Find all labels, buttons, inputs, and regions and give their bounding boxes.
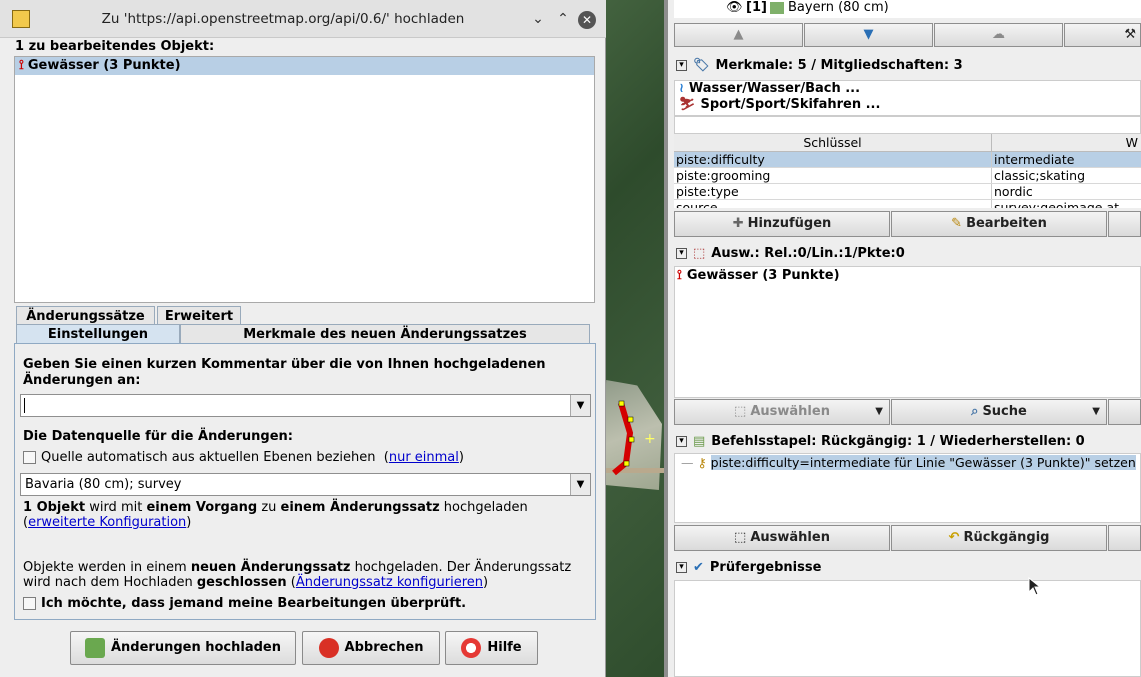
help-icon (461, 637, 482, 658)
merge-button[interactable]: ☁ (934, 23, 1063, 47)
table-row[interactable]: piste:difficulty intermediate (674, 152, 1141, 168)
comment-input[interactable]: ▼ (20, 394, 591, 417)
table-row[interactable]: piste:grooming classic;skating (674, 168, 1141, 184)
cancel-button[interactable]: Abbrechen (302, 631, 440, 665)
advanced-config-link[interactable]: erweiterte Konfiguration (28, 515, 186, 530)
delete-tag-button[interactable] (1108, 211, 1141, 237)
command-panel-header[interactable]: ▾ ▤ Befehlsstapel: Rückgängig: 1 / Wiederh… (674, 432, 1141, 452)
upload-dialog: Zu 'https://api.openstreetmap.org/api/0.… (0, 0, 606, 677)
selection-panel-header[interactable]: ▾ ⬚ Ausw.: Rel.:0/Lin.:1/Pkte:0 (674, 244, 1141, 264)
list-item[interactable]: ⟟ Gewässer (3 Punkte) (675, 267, 1140, 285)
command-select-button[interactable]: ⬚ Auswählen (674, 525, 890, 551)
comment-prompt: Geben Sie einen kurzen Kommentar über di… (23, 357, 546, 388)
undo-button[interactable]: ↶ Rückgängig (891, 525, 1107, 551)
select-button[interactable]: ⬚ Auswählen ▼ (674, 399, 890, 425)
tab-changeset-tags[interactable]: Merkmale des neuen Änderungssatzes (180, 324, 590, 344)
edit-icon: ✎ (951, 216, 963, 231)
auto-source-row: Quelle automatisch aus aktuellen Ebenen … (23, 450, 464, 465)
cancel-icon (318, 637, 339, 658)
water-icon: ≀ (679, 81, 684, 96)
way-icon: ⟟ (19, 58, 24, 73)
upload-icon (84, 637, 105, 658)
dropdown-arrow-icon[interactable]: ▼ (1092, 400, 1100, 424)
way-icon: ⟟ (677, 268, 682, 283)
minimize-icon[interactable]: ⌄ (530, 11, 546, 27)
dialog-title: Zu 'https://api.openstreetmap.org/api/0.… (101, 11, 465, 27)
chevron-down-icon[interactable]: ▼ (570, 395, 590, 416)
redo-button[interactable] (1108, 525, 1141, 551)
validation-panel-header[interactable]: ▾ ✔ Prüfergebnisse (674, 558, 1141, 578)
tab-advanced[interactable]: Erweitert (157, 306, 241, 326)
chevron-down-icon[interactable]: ▼ (570, 474, 590, 495)
review-checkbox[interactable] (23, 597, 36, 610)
upload-info: 1 Objekt wird mit einem Vorgang zu einem… (23, 500, 528, 530)
tags-table: Schlüssel W piste:difficulty intermediate … (674, 134, 1141, 208)
collapse-icon[interactable]: ▾ (676, 60, 687, 71)
search-button[interactable]: ⌕ Suche ▼ (891, 399, 1107, 425)
tag-icon: 🏷 (693, 58, 710, 73)
close-icon[interactable]: ✕ (578, 11, 596, 29)
changeset-info: Objekte werden in einem neuen Änderungss… (23, 560, 572, 590)
key-icon: ⚷ (697, 455, 707, 470)
tab-settings[interactable]: Einstellungen (16, 324, 180, 344)
source-heading: Die Datenquelle für die Änderungen: (23, 429, 293, 444)
mouse-cursor-icon (1028, 577, 1042, 596)
collapse-icon[interactable]: ▾ (676, 436, 687, 447)
dialog-titlebar[interactable]: Zu 'https://api.openstreetmap.org/api/0.… (0, 0, 606, 38)
table-header-row: Schlüssel W (674, 134, 1141, 152)
value-column-header[interactable]: W (992, 134, 1140, 151)
tag-filter-input[interactable] (674, 116, 1141, 134)
layer-tools-button[interactable]: ⚒ (1064, 23, 1141, 47)
plus-icon: ✚ (732, 216, 744, 231)
move-up-button[interactable]: ▲ (674, 23, 803, 47)
source-input[interactable]: Bavaria (80 cm); survey ▼ (20, 473, 591, 496)
svg-text:+: + (644, 431, 656, 447)
once-link[interactable]: nur einmal (389, 450, 459, 465)
command-list: — ⚷ piste:difficulty=intermediate für Lin… (674, 453, 1141, 523)
review-row: Ich möchte, dass jemand meine Bearbeitun… (23, 596, 466, 611)
imagery-icon (770, 2, 784, 14)
list-item[interactable]: ⛷ Sport/Sport/Skifahren ... (675, 97, 1140, 113)
ski-icon: ⛷ (679, 97, 696, 112)
settings-panel: Geben Sie einen kurzen Kommentar über di… (14, 343, 596, 620)
layer-index: [1] (746, 0, 767, 15)
checkmark-icon: ✔ (693, 560, 704, 575)
collapse-icon[interactable]: ▾ (676, 562, 687, 573)
help-button[interactable]: Hilfe (445, 631, 538, 665)
maximize-icon[interactable]: ⌃ (555, 11, 571, 27)
josm-app-icon (12, 10, 30, 28)
table-row[interactable]: piste:type nordic (674, 184, 1141, 200)
validation-list (674, 580, 1141, 677)
configure-changeset-link[interactable]: Änderungssatz konfigurieren (296, 575, 483, 590)
presets-list: ≀ Wasser/Wasser/Bach ... ⛷ Sport/Sport/Ski… (674, 80, 1141, 116)
auto-source-checkbox[interactable] (23, 451, 36, 464)
key-column-header[interactable]: Schlüssel (674, 134, 992, 151)
list-item[interactable]: — ⚷ piste:difficulty=intermediate für Lin… (675, 454, 1140, 472)
layer-name: Bayern (80 cm) (788, 0, 889, 15)
select-icon: ⬚ (734, 404, 747, 419)
tags-panel-header[interactable]: ▾ 🏷 Merkmale: 5 / Mitgliedschaften: 3 (674, 56, 1141, 76)
eye-icon[interactable]: 👁 (726, 0, 743, 16)
list-item[interactable]: ⟟ Gewässer (3 Punkte) (15, 57, 594, 75)
selection-icon: ⬚ (693, 246, 706, 261)
more-button[interactable] (1108, 399, 1141, 425)
undo-icon: ↶ (948, 530, 960, 545)
collapse-icon[interactable]: ▾ (676, 248, 687, 259)
command-stack-icon: ▤ (693, 434, 706, 449)
move-down-button[interactable]: ▼ (804, 23, 933, 47)
selected-way[interactable]: + (600, 395, 670, 480)
upload-button[interactable]: Änderungen hochladen (70, 631, 296, 665)
objects-heading: 1 zu bearbeitendes Objekt: (15, 39, 215, 54)
select-icon: ⬚ (734, 530, 747, 545)
layer-row[interactable]: 👁 [1] Bayern (80 cm) (674, 0, 1141, 18)
table-row[interactable]: source survey;geoimage.at (674, 200, 1141, 208)
edit-tag-button[interactable]: ✎ Bearbeiten (891, 211, 1107, 237)
tab-changesets[interactable]: Änderungssätze (16, 306, 155, 326)
add-tag-button[interactable]: ✚ Hinzufügen (674, 211, 890, 237)
objects-list[interactable]: ⟟ Gewässer (3 Punkte) (14, 56, 595, 303)
list-item[interactable]: ≀ Wasser/Wasser/Bach ... (675, 81, 1140, 97)
search-icon: ⌕ (971, 404, 979, 419)
dropdown-arrow-icon[interactable]: ▼ (875, 400, 883, 424)
selection-list: ⟟ Gewässer (3 Punkte) (674, 266, 1141, 398)
